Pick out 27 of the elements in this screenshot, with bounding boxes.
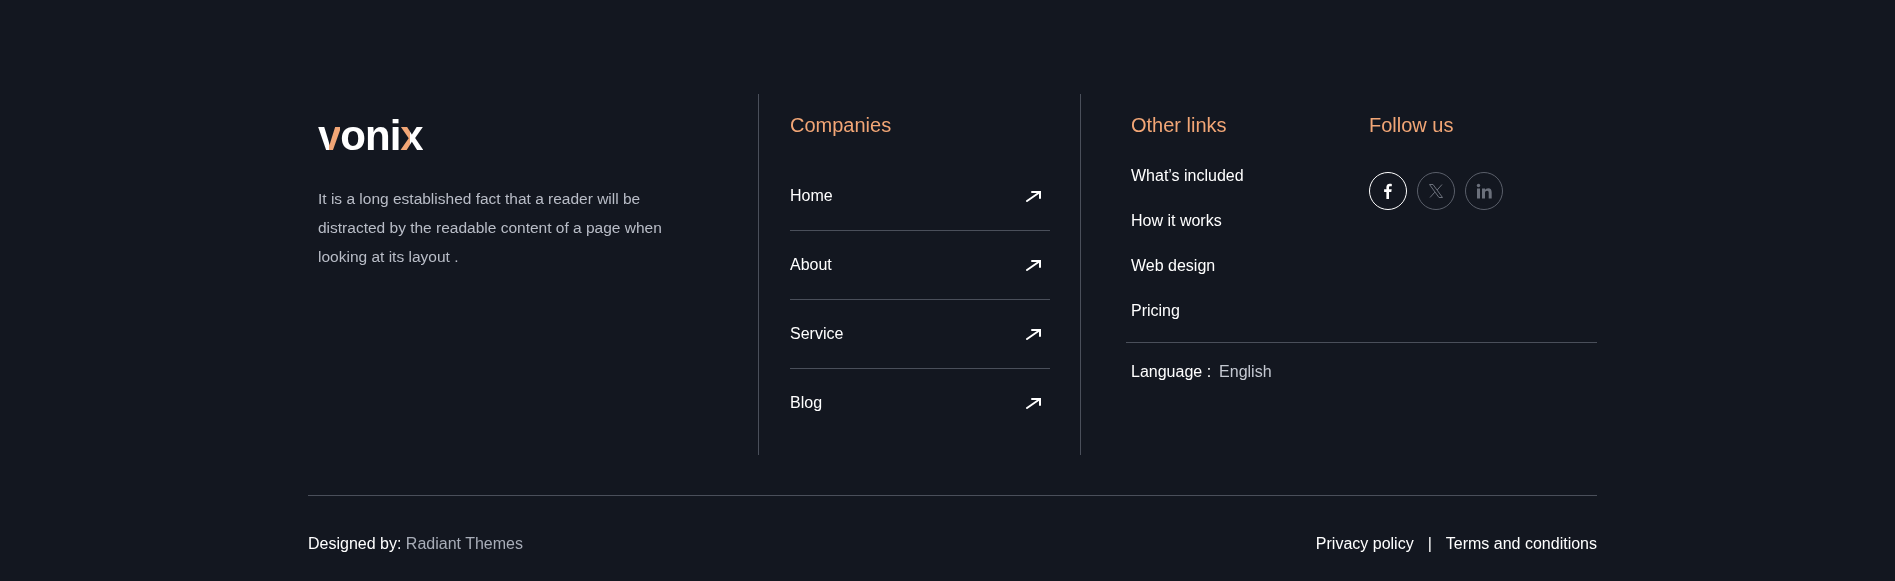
nav-link[interactable]: Blog — [790, 369, 1050, 437]
separator: | — [1427, 534, 1432, 554]
footer-link[interactable]: Pricing — [1131, 301, 1180, 321]
legal-link[interactable]: Privacy policy — [1315, 534, 1414, 554]
credit-text: Designed by: Radiant Themes — [308, 534, 523, 554]
column-heading: Other links — [1131, 113, 1227, 138]
footer-link[interactable]: Web design — [1131, 256, 1216, 276]
footer-link[interactable]: What’s included — [1131, 166, 1244, 186]
facebook-icon — [1381, 183, 1395, 199]
x-icon — [1428, 183, 1444, 199]
nav-link[interactable]: Home — [790, 162, 1050, 231]
column-heading: Follow us — [1369, 113, 1454, 138]
nav-link[interactable]: About — [790, 231, 1050, 300]
credit-link[interactable]: Radiant Themes — [405, 535, 523, 552]
nav-link[interactable]: Service — [790, 300, 1050, 369]
logo[interactable]: vonix — [318, 116, 423, 156]
footer-link[interactable]: How it works — [1131, 211, 1222, 231]
arrow-icon — [1026, 328, 1042, 340]
column-heading: Companies — [790, 113, 892, 138]
arrow-icon — [1026, 397, 1042, 409]
legal-link[interactable]: Terms and conditions — [1445, 534, 1597, 554]
language-value[interactable]: English — [1219, 363, 1272, 380]
arrow-icon — [1026, 190, 1042, 202]
description: It is a long established fact that a reader will be distracted by the readable content of a page when looking at its layout . — [318, 189, 663, 267]
arrow-icon — [1026, 259, 1042, 271]
linkedin-icon — [1476, 183, 1492, 199]
language-label: Language : — [1131, 363, 1212, 380]
